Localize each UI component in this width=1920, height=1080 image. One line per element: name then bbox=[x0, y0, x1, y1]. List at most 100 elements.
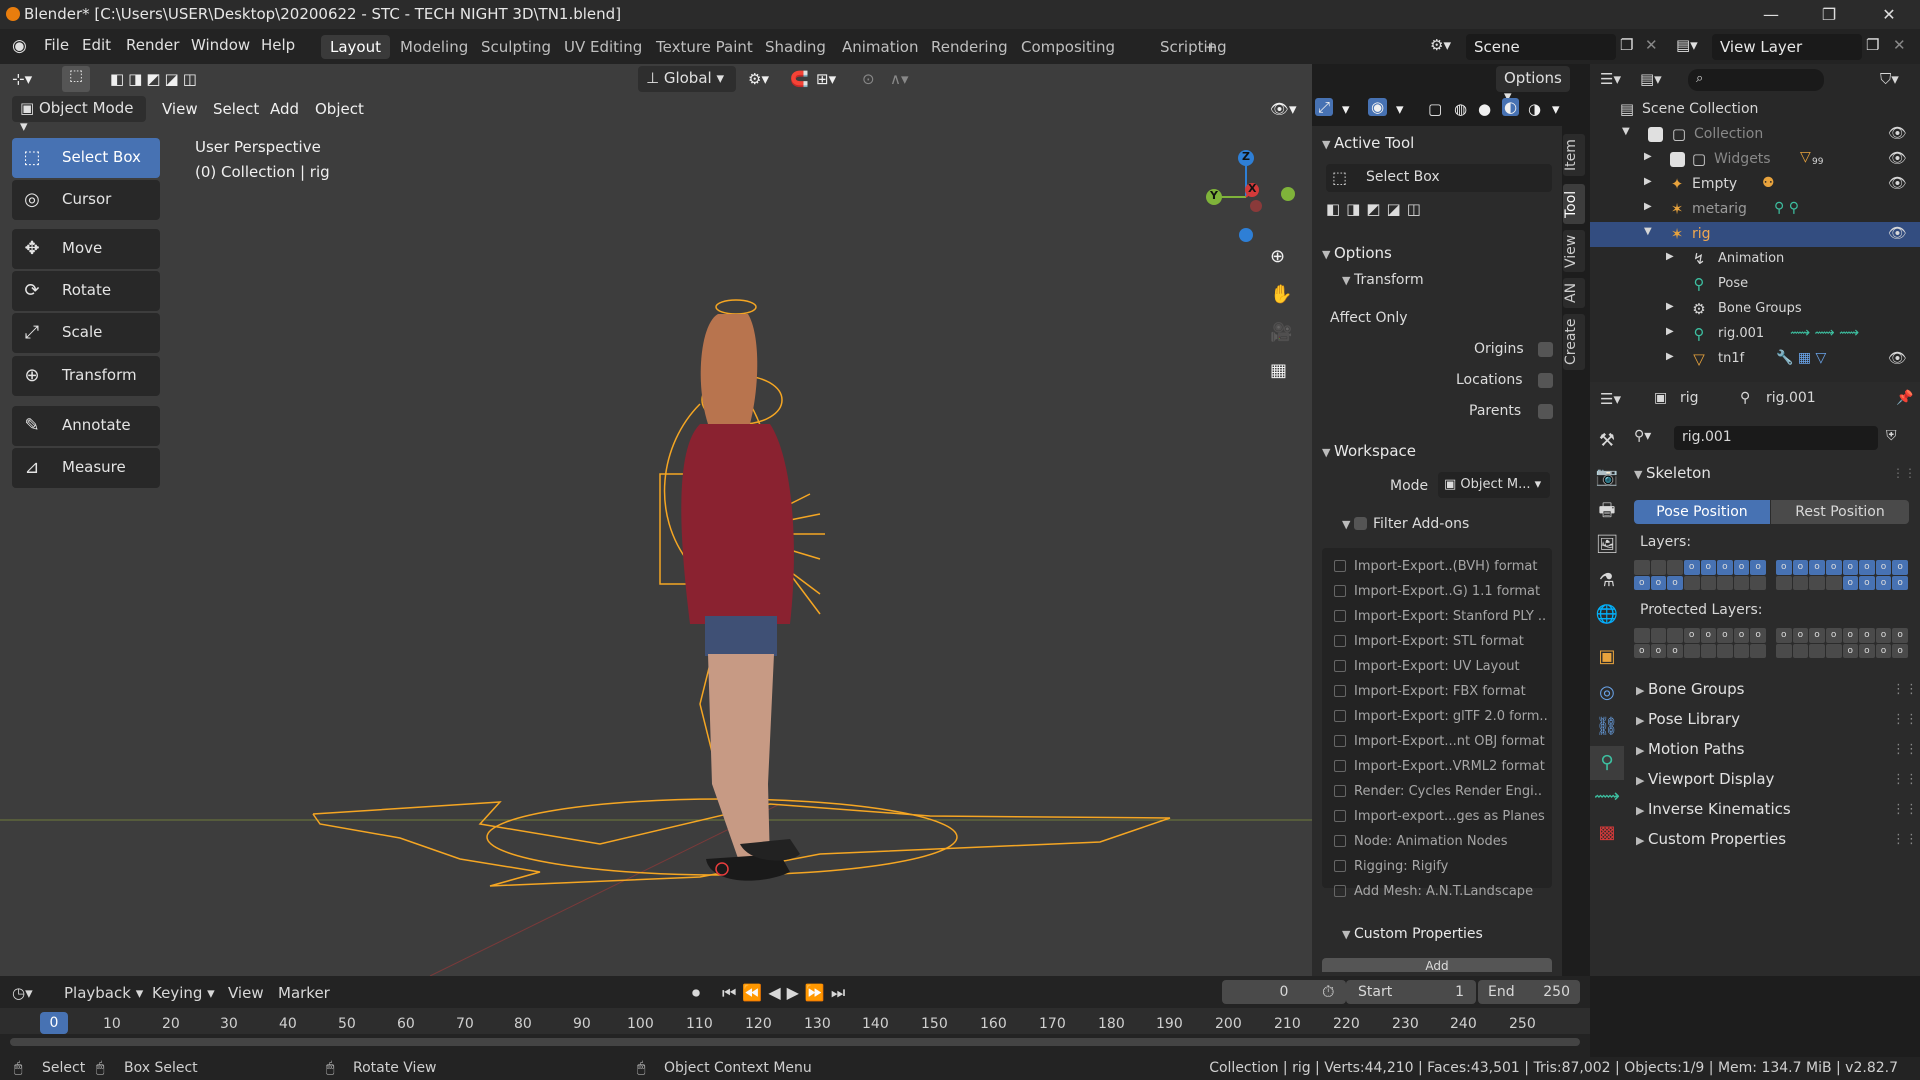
outliner-row-tn1f[interactable]: ▶ ▽ tn1f 🔧 ▦ ▽ bbox=[1590, 347, 1920, 372]
scene-properties-icon[interactable]: ⚗ bbox=[1590, 564, 1624, 598]
bone-layers-grid-right[interactable]: oooooooooooo bbox=[1776, 560, 1908, 590]
xray-toggle-icon[interactable]: ▢ bbox=[1428, 100, 1442, 118]
drag-handle-icon[interactable]: ⋮⋮ bbox=[1892, 742, 1918, 757]
tab-uv-editing[interactable]: UV Editing bbox=[555, 35, 651, 59]
tab-sculpting[interactable]: Sculpting bbox=[472, 35, 560, 59]
material-shading-icon[interactable]: ◐ bbox=[1502, 98, 1520, 116]
tab-item[interactable]: Item bbox=[1563, 134, 1585, 176]
workspace-mode-dropdown[interactable]: ▣ Object M... ▾ bbox=[1438, 472, 1550, 498]
snap-icon[interactable]: 🧲 bbox=[790, 70, 809, 88]
add-workspace-button[interactable]: + bbox=[1196, 35, 1227, 59]
pose-position-button[interactable]: Pose Position bbox=[1634, 500, 1770, 524]
outliner-row-collection[interactable]: ▼ ▢ Collection bbox=[1590, 122, 1920, 147]
pan-hand-icon[interactable]: ✋ bbox=[1270, 284, 1292, 305]
options-header[interactable]: ▼ Options bbox=[1322, 244, 1392, 262]
outliner-row-rig-001[interactable]: ▶ ⚲ rig.001 ⟿ ⟿ ⟿ bbox=[1590, 322, 1920, 347]
rest-position-button[interactable]: Rest Position bbox=[1771, 500, 1909, 524]
pin-icon[interactable]: 📌 bbox=[1896, 390, 1913, 406]
tool-select-box[interactable]: ⬚ Select Box bbox=[12, 138, 160, 178]
gizmo-dropdown-icon[interactable]: ▾ bbox=[1342, 100, 1350, 118]
physics-properties-icon[interactable]: ◎ bbox=[1590, 676, 1624, 710]
tool-measure[interactable]: ⊿ Measure bbox=[12, 448, 160, 488]
solid-shading-icon[interactable]: ● bbox=[1478, 100, 1491, 118]
addon-item[interactable]: Import-Export: STL format bbox=[1334, 634, 1524, 649]
scene-name-field[interactable]: Scene bbox=[1466, 34, 1616, 60]
tab-rendering[interactable]: Rendering bbox=[922, 35, 1017, 59]
transform-subheader[interactable]: ▼ Transform bbox=[1342, 272, 1424, 288]
addon-item[interactable]: Import-Export: FBX format bbox=[1334, 684, 1526, 699]
tab-layout[interactable]: Layout bbox=[321, 35, 390, 59]
mode-dropdown[interactable]: ▣ Object Mode ▾ bbox=[12, 96, 146, 135]
tab-texture-paint[interactable]: Texture Paint bbox=[647, 35, 762, 59]
navigation-gizmo[interactable]: Z Y X bbox=[1196, 142, 1306, 252]
panel-bone-groups[interactable]: ▶ Bone Groups bbox=[1636, 680, 1744, 698]
addon-item[interactable]: Import-Export..VRML2 format bbox=[1334, 759, 1545, 774]
workspace-header[interactable]: ▼ Workspace bbox=[1322, 442, 1416, 460]
render-properties-icon[interactable]: 📷 bbox=[1590, 460, 1624, 494]
object-properties-icon[interactable]: ▣ bbox=[1590, 640, 1624, 674]
close-button[interactable]: ✕ bbox=[1866, 2, 1912, 28]
outliner-row-pose[interactable]: ⚲ Pose bbox=[1590, 272, 1920, 297]
panel-custom-properties[interactable]: ▶ Custom Properties bbox=[1636, 830, 1786, 848]
marker-menu[interactable]: Marker bbox=[278, 984, 330, 1002]
tab-shading[interactable]: Shading bbox=[756, 35, 835, 59]
tool-scale[interactable]: ⤢ Scale bbox=[12, 313, 160, 353]
3d-viewport[interactable]: ⊹▾ ⬚ ◧◨◩◪◫ ⊥ Global ▾ ⚙▾ 🧲 ⊞▾ ⊙ ∧▾ Optio… bbox=[0, 64, 1570, 976]
drag-handle-icon[interactable]: ⋮⋮ bbox=[1892, 466, 1916, 480]
addon-item[interactable]: Rigging: Rigify bbox=[1334, 859, 1448, 874]
tab-create[interactable]: Create bbox=[1563, 314, 1585, 370]
filter-addons-subheader[interactable]: ▼ Filter Add-ons bbox=[1342, 516, 1469, 532]
drag-handle-icon[interactable]: ⋮⋮ bbox=[1892, 712, 1918, 727]
stopwatch-icon[interactable]: ⏱ bbox=[1322, 982, 1334, 1002]
world-properties-icon[interactable]: 🌐 bbox=[1590, 598, 1624, 632]
protected-layers-grid-right[interactable]: oooooooooooo bbox=[1776, 628, 1908, 658]
keying-menu[interactable]: Keying ▾ bbox=[152, 984, 215, 1002]
outliner-row-bone-groups[interactable]: ▶ ⚙ Bone Groups bbox=[1590, 297, 1920, 322]
eye-icon[interactable]: 👁 bbox=[1888, 149, 1907, 167]
tab-animation[interactable]: Animation bbox=[833, 35, 927, 59]
panel-motion-paths[interactable]: ▶ Motion Paths bbox=[1636, 740, 1744, 758]
tab-an[interactable]: AN bbox=[1563, 278, 1585, 308]
addon-item[interactable]: Import-Export: Stanford PLY .. bbox=[1334, 609, 1546, 624]
playhead-frame[interactable]: 0 bbox=[40, 1012, 68, 1034]
overlays-dropdown-icon[interactable]: ▾ bbox=[1396, 100, 1404, 118]
tab-modeling[interactable]: Modeling bbox=[391, 35, 477, 59]
menu-add[interactable]: Add bbox=[270, 100, 299, 118]
tool-move[interactable]: ✥ Move bbox=[12, 229, 160, 269]
eye-icon[interactable]: 👁 bbox=[1888, 349, 1907, 367]
view-layer-field[interactable]: View Layer bbox=[1712, 34, 1862, 60]
tool-annotate[interactable]: ✎ Annotate bbox=[12, 406, 160, 446]
outliner-editor-icon[interactable]: ☰▾ bbox=[1600, 70, 1621, 88]
addon-item[interactable]: Import-Export..(BVH) format bbox=[1334, 559, 1538, 574]
playback-controls[interactable]: ⏮⏪◀▶⏩⏭ bbox=[722, 983, 851, 1003]
bone-layers-grid-left[interactable]: oooooooo bbox=[1634, 560, 1766, 590]
selection-modes-icon[interactable]: ◧◨◩◪◫ bbox=[110, 70, 201, 88]
scene-selector-icon[interactable]: ⚙▾ bbox=[1430, 36, 1451, 54]
options-dropdown[interactable]: Options ▾ bbox=[1496, 66, 1570, 105]
filter-icon[interactable]: ⛉▾ bbox=[1880, 70, 1899, 88]
constraint-properties-icon[interactable]: ⛓ bbox=[1590, 710, 1624, 744]
bone-properties-icon[interactable]: ⟿ bbox=[1590, 780, 1624, 814]
drag-handle-icon[interactable]: ⋮⋮ bbox=[1892, 802, 1918, 817]
panel-inverse-kinematics[interactable]: ▶ Inverse Kinematics bbox=[1636, 800, 1791, 818]
eye-icon[interactable]: 👁 bbox=[1888, 224, 1907, 242]
tool-cursor[interactable]: ◎ Cursor bbox=[12, 180, 160, 220]
tab-tool[interactable]: Tool bbox=[1563, 184, 1585, 224]
record-icon[interactable]: ⏺ bbox=[692, 983, 700, 1003]
camera-view-icon[interactable]: 🎥 bbox=[1270, 322, 1292, 343]
fake-user-shield-icon[interactable]: ⛨ bbox=[1886, 428, 1897, 444]
menu-render[interactable]: Render bbox=[126, 36, 179, 54]
snap-target-icon[interactable]: ⊞▾ bbox=[816, 70, 836, 88]
new-view-layer-icon[interactable]: ❐ bbox=[1866, 36, 1879, 54]
menu-select[interactable]: Select bbox=[213, 100, 259, 118]
addon-item[interactable]: Node: Animation Nodes bbox=[1334, 834, 1508, 849]
remove-scene-icon[interactable]: ✕ bbox=[1645, 36, 1658, 54]
outliner-row-empty[interactable]: ▶ ✦ Empty ⚉ bbox=[1590, 172, 1920, 197]
parents-checkbox[interactable] bbox=[1538, 404, 1553, 419]
tool-rotate[interactable]: ⟳ Rotate bbox=[12, 271, 160, 311]
datablock-selector[interactable]: ⚲▾ rig.001 ⛨ bbox=[1634, 426, 1897, 450]
menu-object[interactable]: Object bbox=[315, 100, 364, 118]
display-mode-icon[interactable]: ▤▾ bbox=[1640, 70, 1662, 88]
protected-layers-grid-left[interactable]: oooooooo bbox=[1634, 628, 1766, 658]
eye-icon[interactable]: 👁 bbox=[1888, 124, 1907, 142]
